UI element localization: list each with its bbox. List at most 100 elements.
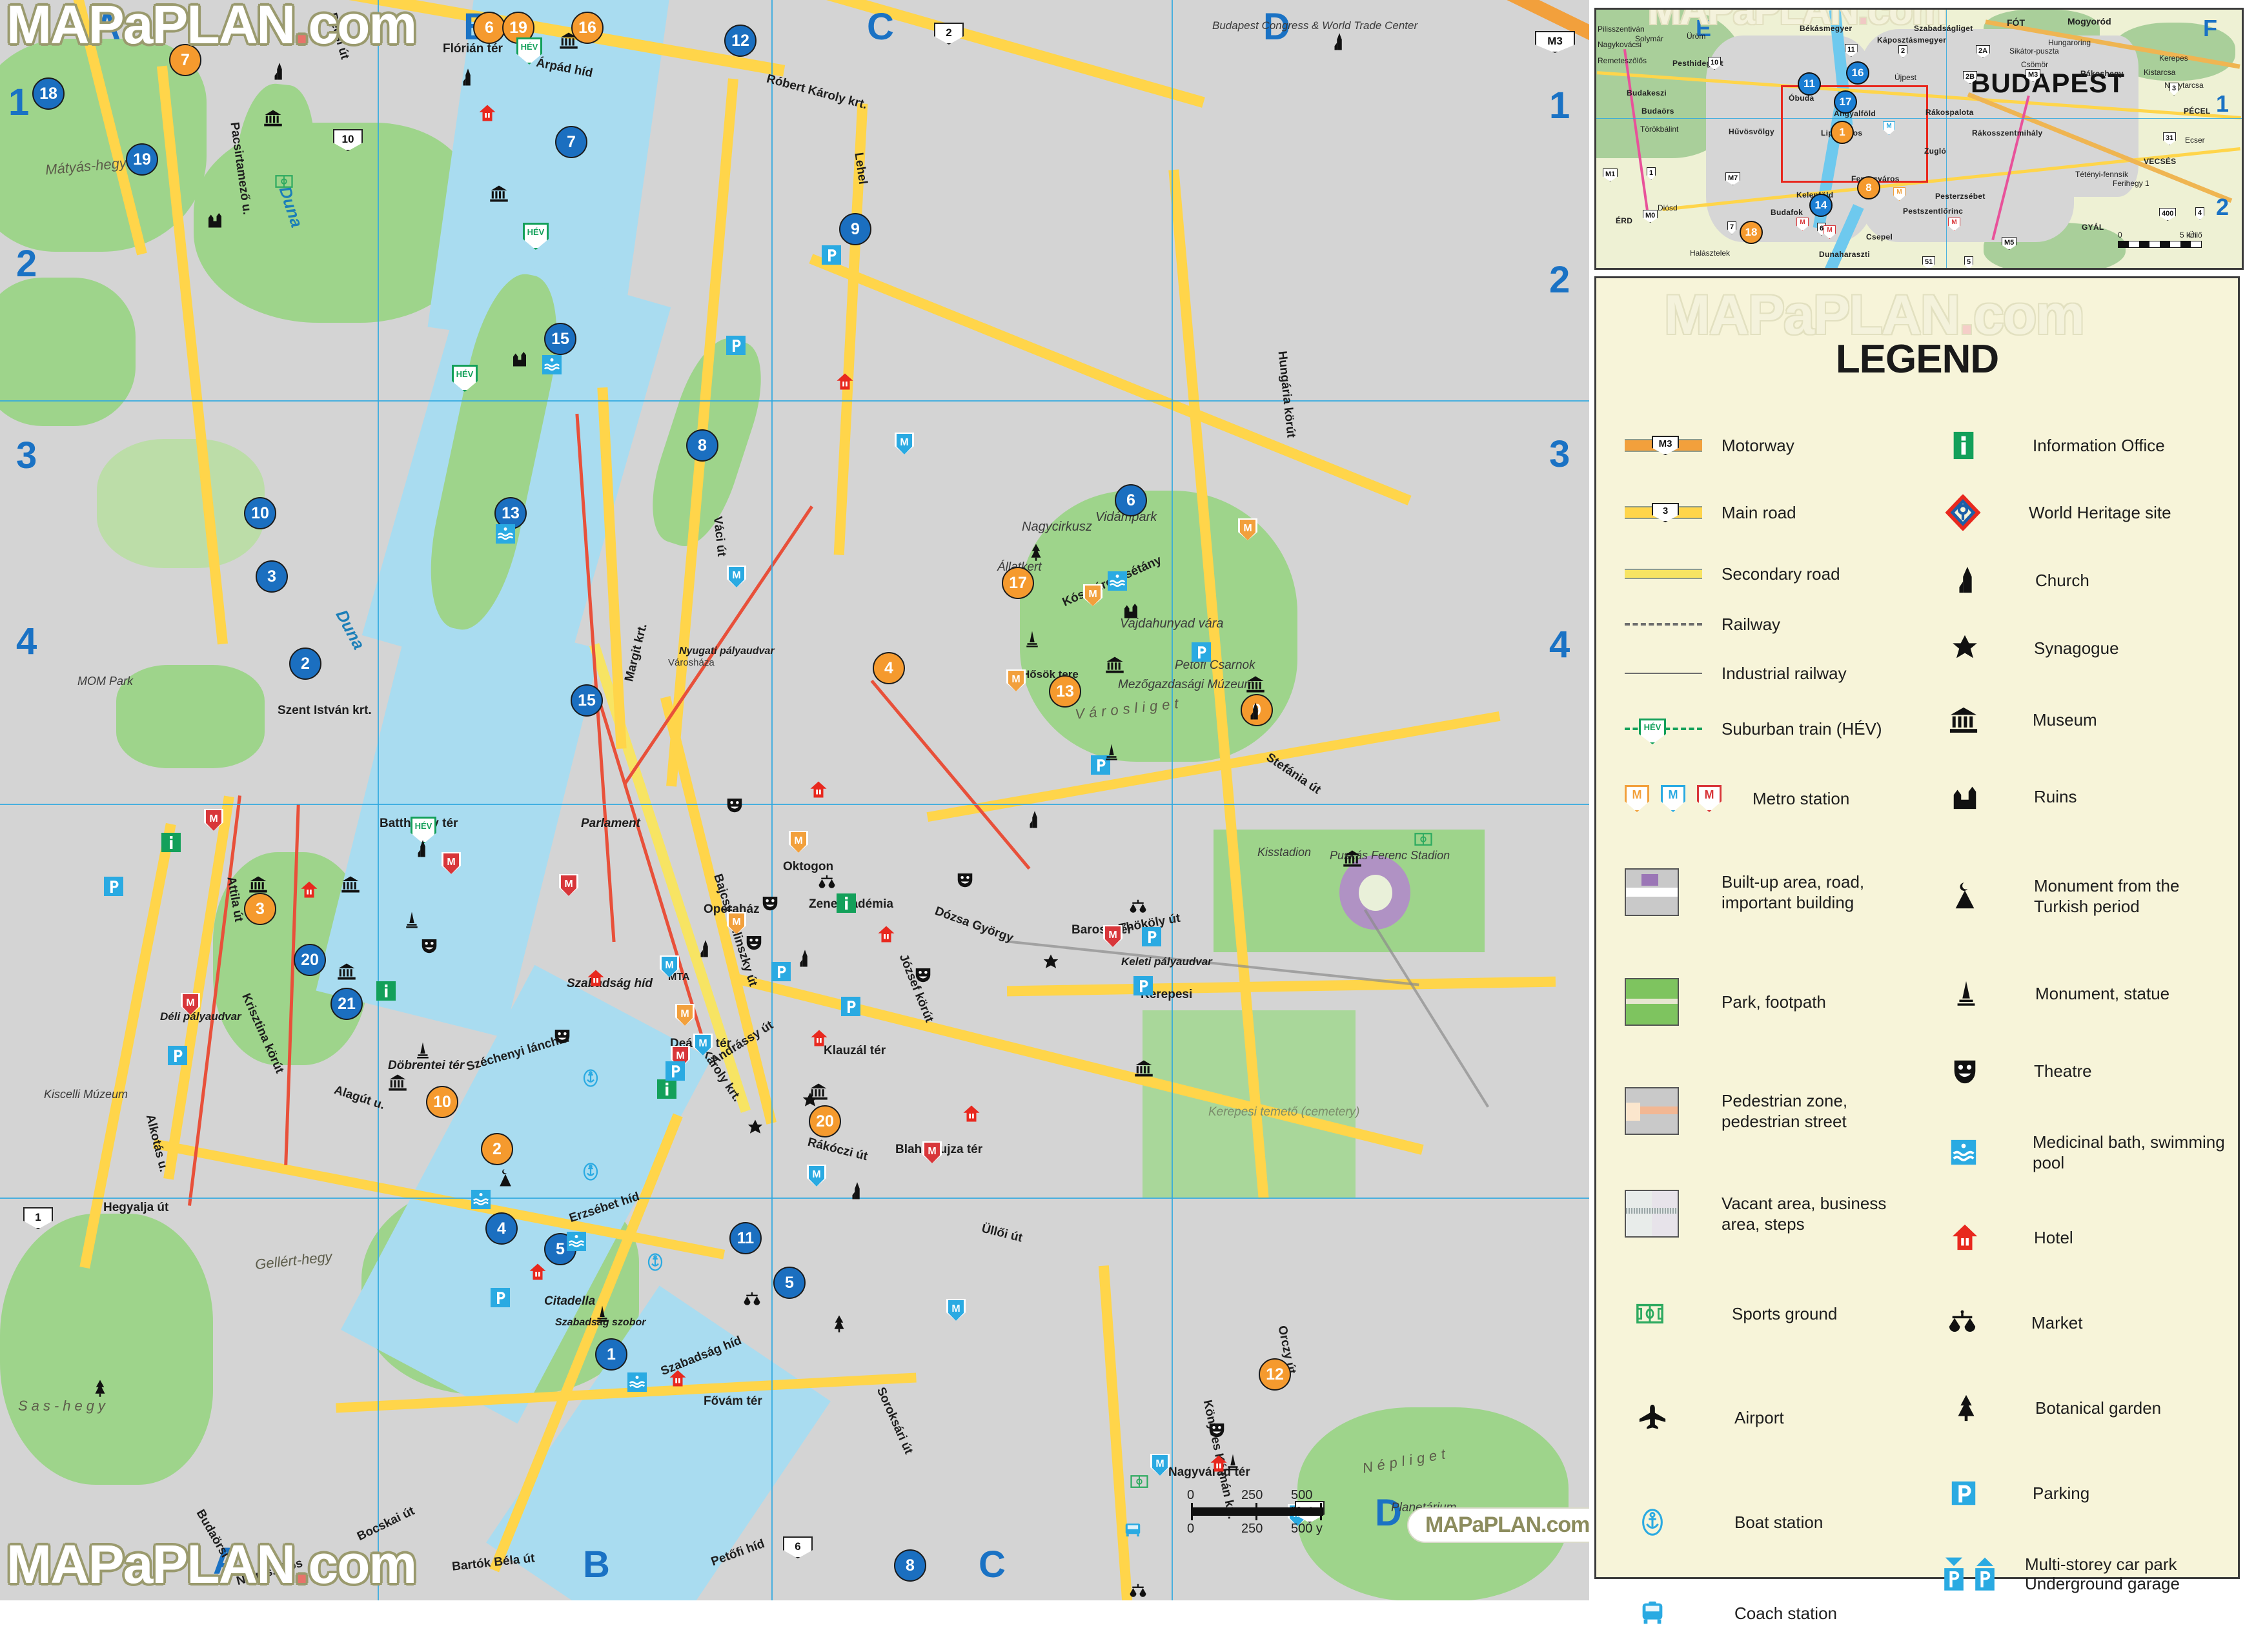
attraction-marker-4[interactable]: 4 [873,652,905,684]
theatre-icon [955,870,975,890]
legend-label: Monument, statue [2035,983,2170,1003]
attraction-marker-15b[interactable]: 15 [571,684,603,717]
metro-station-m3[interactable]: M [660,955,679,977]
metro-station-m1[interactable]: M [1006,669,1026,691]
attraction-marker-6b[interactable]: 6 [1115,484,1147,516]
overview-marker-16[interactable]: 16 [1846,61,1869,85]
attraction-marker-5b[interactable]: 5 [773,1267,806,1299]
coach-station-icon [1618,1598,1734,1628]
scale-label-metric-0: 0 [1187,1488,1195,1502]
attraction-marker-12b[interactable]: 12 [1259,1358,1291,1391]
attraction-marker-3b[interactable]: 3 [256,560,288,593]
church-icon [1025,810,1044,830]
attraction-marker-1[interactable]: 1 [595,1338,627,1371]
attraction-marker-8b[interactable]: 8 [894,1549,926,1582]
parking-icon [665,1061,685,1081]
attraction-marker-7b[interactable]: 7 [555,126,587,158]
overview-marker-11[interactable]: 11 [1798,72,1821,96]
metro-station-m3[interactable]: M [693,1034,713,1055]
metro-station-m2[interactable]: M [1103,925,1122,947]
sports-ground-icon [1618,1299,1732,1329]
attraction-marker-10b[interactable]: 10 [244,497,276,529]
metro-station-m1[interactable]: M [727,912,746,934]
metro-station-m2[interactable]: M [559,874,578,896]
attraction-marker-2b[interactable]: 2 [289,648,321,680]
attraction-marker-11[interactable]: 11 [729,1222,762,1254]
main-city-map[interactable]: A B C D A B C D 1 2 3 4 1 2 3 4 Mátyás-h… [0,0,1589,1600]
scale-label-metric-250: 250 [1241,1488,1263,1502]
overview-marker-14[interactable]: 14 [1809,194,1833,217]
medicinal-bath-icon [471,1190,491,1209]
attraction-marker-2[interactable]: 2 [481,1133,513,1165]
attraction-marker-10[interactable]: 10 [426,1086,458,1118]
metro-station-m3[interactable]: M [1150,1454,1170,1476]
metro-station-m1[interactable]: M [1238,518,1257,540]
metro-station-m3[interactable]: M [807,1165,826,1187]
parking-icon [841,997,860,1016]
overview-marker-18[interactable]: 18 [1740,221,1763,244]
railway-dashed-line-icon [1618,623,1722,626]
legend-item-pedestrian-zone: Pedestrian zone, pedestrian street [1618,1057,1922,1165]
vacant-area-swatch-icon [1618,1190,1722,1238]
metro-station-m3[interactable]: M [895,433,914,454]
attraction-marker-19b[interactable]: 19 [126,143,158,176]
attraction-marker-18[interactable]: 18 [32,77,65,110]
overview-marker-1[interactable]: 1 [1831,121,1854,144]
landmark-label-nagycirkusz: Nagycirkusz [1022,520,1092,534]
world-heritage-site-icon [1932,495,2029,531]
metro-station-m1[interactable]: M [675,1004,695,1026]
metro-station-m3[interactable]: M [946,1299,966,1321]
coach-station-icon [1123,1520,1143,1540]
attraction-marker-9[interactable]: 9 [839,213,871,245]
metro-station-m1[interactable]: M [1083,584,1102,606]
legend-item-secondary-road: Secondary road [1618,548,1922,600]
landmark-label-kerepesi-temeto: Kerepesi temető (cemetery) [1208,1105,1360,1119]
metro-station-m2[interactable]: M [442,852,461,874]
attraction-marker-12[interactable]: 12 [724,25,757,57]
attraction-marker-3[interactable]: 3 [244,893,276,925]
museum-icon [1932,705,2033,735]
attraction-marker-21[interactable]: 21 [330,988,363,1020]
metro-station-m1[interactable]: M [789,831,808,853]
landmark-label-millenaris-park: MOM Park [77,675,134,688]
legend-item-railway: Railway [1618,600,1922,649]
parking-icon [726,336,746,355]
metro-station-m3[interactable]: M [727,566,746,587]
metro-station-m2[interactable]: M [204,809,223,831]
museum-icon [1134,1059,1153,1078]
metro-station-m2[interactable]: M [181,993,200,1015]
brand-watermark-bottom-left: MAPaPLAN.com [6,1534,417,1595]
attraction-marker-8[interactable]: 8 [686,429,718,462]
museum-icon [1343,849,1362,868]
legend-item-coach-station: Coach station [1618,1575,1922,1652]
attraction-marker-15[interactable]: 15 [544,323,576,355]
attraction-marker-4b[interactable]: 4 [485,1212,518,1245]
attraction-marker-13b[interactable]: 13 [1049,675,1081,708]
overview-place-label: GYÁL [2082,223,2104,232]
metro-station-m2[interactable]: M [922,1141,942,1163]
sports-ground-icon [274,172,294,191]
overview-marker-17[interactable]: 17 [1834,90,1857,114]
overview-locator-map[interactable]: E F 1 2 BUDAPEST Pilisszentiván Nagyková… [1594,8,2244,270]
motorway-badge: M3 [1652,436,1679,455]
legend-label: Information Office [2033,435,2165,455]
museum-icon [489,184,509,203]
legend-label: Main road [1722,502,1796,522]
legend-label: Hotel [2034,1227,2073,1247]
ruins-icon [1121,600,1141,620]
overview-place-label: Rákoshegy [2080,69,2124,78]
brand-watermark-top-left: MAPaPLAN.com [6,0,417,55]
overview-marker-8[interactable]: 8 [1857,176,1880,199]
hotel-icon [478,103,497,123]
grid-label-2-right: 2 [1549,259,1570,301]
attraction-marker-17[interactable]: 17 [1002,567,1034,599]
overview-place-label: Káposztásmegyer [1877,36,1947,45]
attraction-marker-6[interactable]: 6 [473,12,505,44]
museum-icon [337,962,356,981]
attraction-marker-20[interactable]: 20 [294,944,326,976]
turkish-monument-icon [496,1168,515,1188]
overview-place-label: Rákosszentmihály [1972,128,2043,138]
monument-statue-icon [1932,979,2035,1008]
overview-place-label: Sikátor-puszta [2009,46,2059,56]
legend-label: Ruins [2034,786,2077,806]
